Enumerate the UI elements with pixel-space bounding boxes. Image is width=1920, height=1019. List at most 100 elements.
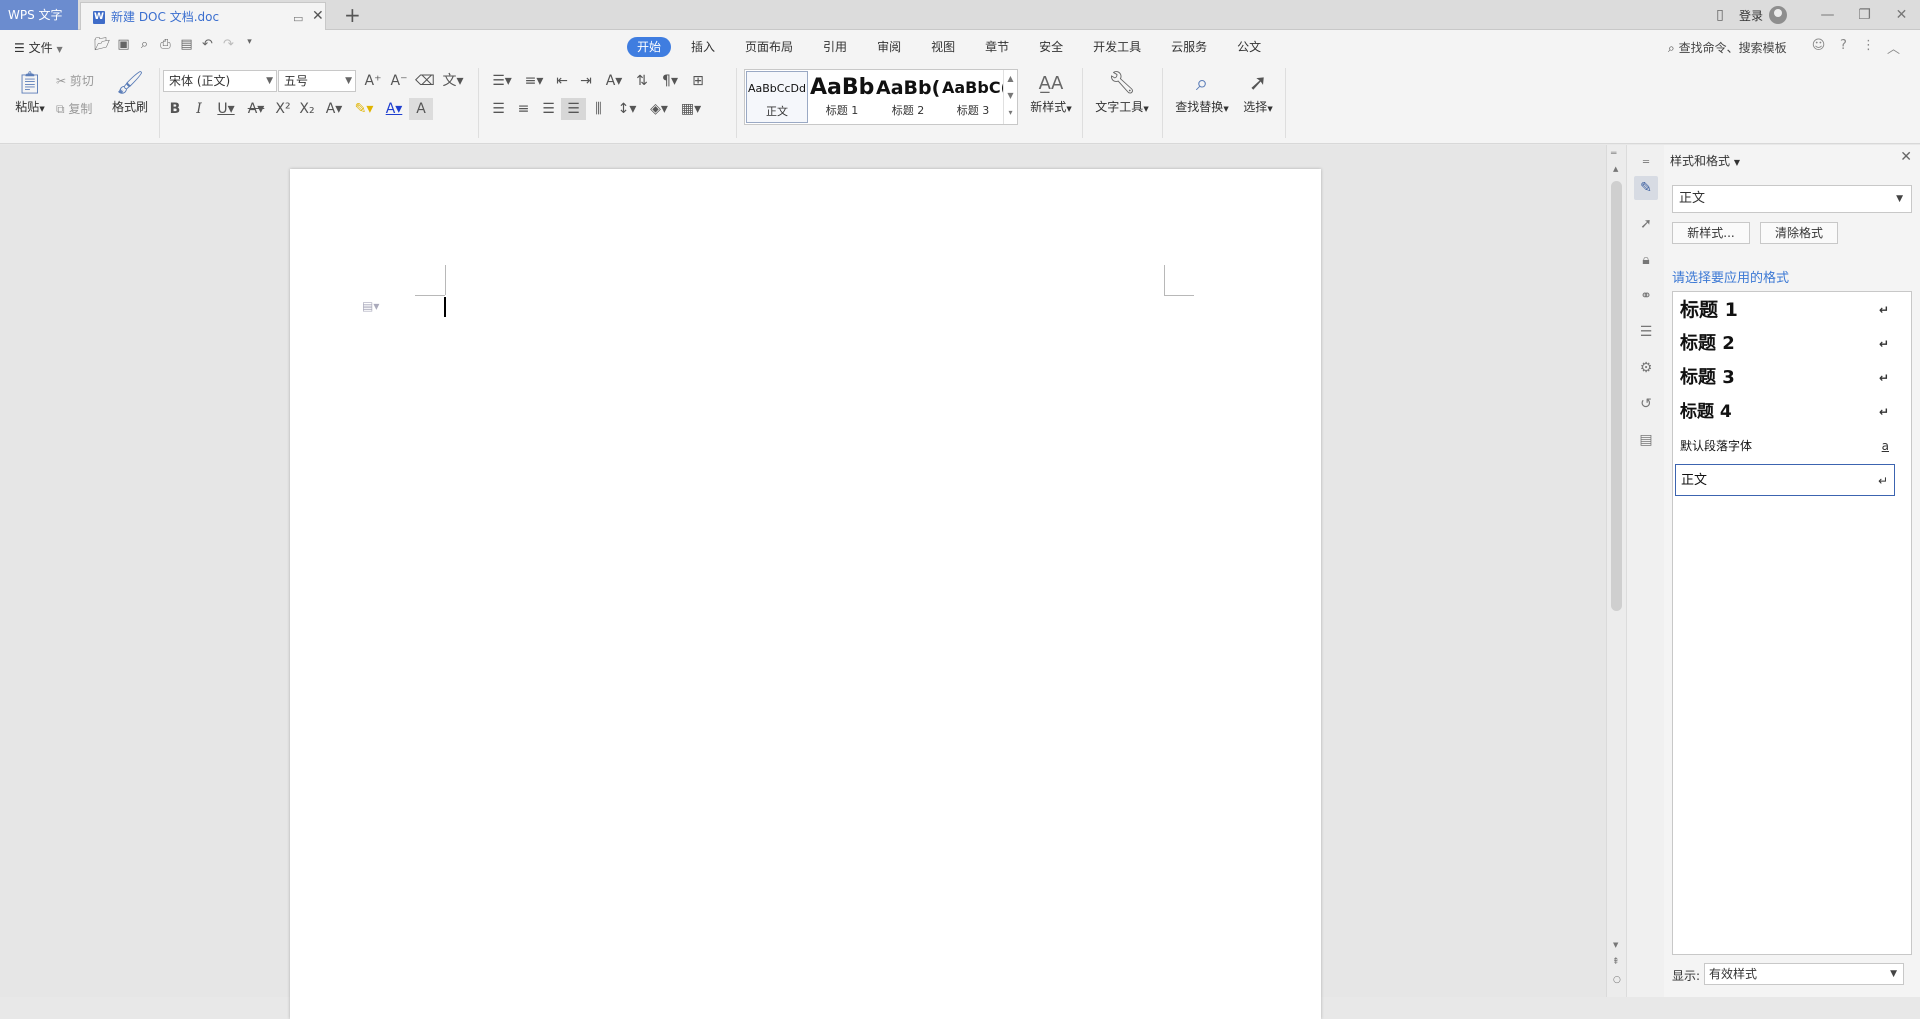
tab-official-doc[interactable]: 公文 bbox=[1227, 37, 1271, 57]
vertical-scrollbar[interactable]: ═ ▲ ▼ ⇞ ○ bbox=[1606, 145, 1626, 997]
tab-review[interactable]: 审阅 bbox=[867, 37, 911, 57]
justify-icon[interactable]: ☰ bbox=[561, 98, 586, 120]
text-tools-button[interactable]: 🔧︎ 文字工具▼ bbox=[1092, 70, 1152, 115]
style-gallery-item[interactable]: AaBb 标题 1 bbox=[810, 71, 874, 123]
font-name-select[interactable]: 宋体 (正文) ▼ bbox=[163, 70, 277, 92]
more-icon[interactable]: ⋮ bbox=[1856, 38, 1881, 57]
browse-object-icon[interactable]: ○ bbox=[1613, 975, 1621, 985]
sort-icon[interactable]: ⇅ bbox=[630, 70, 654, 92]
redo-icon[interactable]: ↷ bbox=[218, 37, 239, 52]
style-gallery-item[interactable]: AaBbCcDd 正文 bbox=[746, 71, 808, 123]
decrease-indent-icon[interactable]: ⇤ bbox=[550, 70, 574, 92]
app-tab[interactable]: WPS 文字 bbox=[0, 0, 78, 30]
highlight-icon[interactable]: ✎▾ bbox=[349, 98, 379, 120]
select-button[interactable]: ➚ 选择▼ bbox=[1238, 70, 1278, 115]
feedback-icon[interactable]: ☺ bbox=[1806, 38, 1831, 57]
align-center-icon[interactable]: ≡ bbox=[511, 98, 536, 120]
tab-security[interactable]: 安全 bbox=[1029, 37, 1073, 57]
scroll-up-icon[interactable]: ▲ bbox=[1613, 165, 1618, 173]
tab-view[interactable]: 视图 bbox=[921, 37, 965, 57]
distributed-icon[interactable]: ⫼ bbox=[586, 98, 611, 120]
style-pane-icon[interactable]: ✎ bbox=[1634, 176, 1658, 200]
tab-page-layout[interactable]: 页面布局 bbox=[735, 37, 803, 57]
superscript-icon[interactable]: X² bbox=[271, 98, 295, 120]
prev-page-icon[interactable]: ⇞ bbox=[1612, 957, 1620, 967]
eraser-icon[interactable]: ⌫ bbox=[412, 70, 438, 92]
gallery-scroll[interactable]: ▲ ▼ ▾ bbox=[1003, 70, 1017, 124]
file-menu[interactable]: ☰ 文件 ▼ bbox=[14, 39, 63, 56]
pin-tab-icon[interactable]: ▭ bbox=[293, 12, 303, 25]
shrink-font-icon[interactable]: A⁻ bbox=[386, 70, 412, 92]
drag-handle-icon[interactable]: ═ bbox=[1634, 151, 1658, 175]
save-icon[interactable]: ▣ bbox=[113, 37, 134, 52]
tab-developer[interactable]: 开发工具 bbox=[1083, 37, 1151, 57]
font-size-select[interactable]: 五号 ▼ bbox=[278, 70, 356, 92]
list-item-normal[interactable]: 正文 ↵ bbox=[1675, 464, 1895, 496]
tab-cloud[interactable]: 云服务 bbox=[1161, 37, 1217, 57]
list-item-default-font[interactable]: 默认段落字体 a bbox=[1675, 430, 1895, 462]
phonetic-guide-icon[interactable]: 文▾ bbox=[438, 70, 468, 92]
strikethrough-icon[interactable]: A▾ bbox=[241, 98, 271, 120]
text-effect-icon[interactable]: A▾ bbox=[319, 98, 349, 120]
document-page[interactable]: ▤▾ bbox=[290, 169, 1321, 1019]
border-icon[interactable]: ▦▾ bbox=[675, 98, 707, 120]
restore-icon[interactable]: ❐ bbox=[1846, 7, 1883, 23]
customize-icon[interactable]: ▾ bbox=[239, 37, 260, 52]
bullet-list-icon[interactable]: ☰▾ bbox=[486, 70, 518, 92]
style-gallery-item[interactable]: AaBbC( 标题 3 bbox=[942, 71, 1004, 123]
help-icon[interactable]: ? bbox=[1831, 38, 1856, 57]
open-folder-icon[interactable]: 📂︎ bbox=[92, 37, 113, 52]
login-link[interactable]: 登录 bbox=[1739, 7, 1763, 24]
tab-home[interactable]: 开始 bbox=[627, 37, 672, 57]
document-tab[interactable]: W 新建 DOC 文档.doc ▭ ✕ bbox=[80, 2, 326, 30]
avatar-icon[interactable] bbox=[1769, 6, 1787, 24]
navigation-icon[interactable]: ☰ bbox=[1634, 320, 1658, 344]
tab-references[interactable]: 引用 bbox=[813, 37, 857, 57]
increase-indent-icon[interactable]: ⇥ bbox=[574, 70, 598, 92]
style-gallery-item[interactable]: AaBb( 标题 2 bbox=[876, 71, 940, 123]
cut-button[interactable]: ✂ 剪切 bbox=[56, 72, 94, 89]
panel-title[interactable]: 样式和格式 ▼ bbox=[1670, 152, 1740, 169]
new-style-panel-button[interactable]: 新样式... bbox=[1672, 222, 1750, 244]
lock-icon[interactable]: 🔒︎ bbox=[1634, 248, 1658, 272]
italic-icon[interactable]: I bbox=[187, 98, 211, 120]
table-borders-icon[interactable]: ⊞ bbox=[686, 70, 710, 92]
current-style-select[interactable]: 正文 ▼ bbox=[1672, 185, 1912, 213]
print-preview-icon[interactable]: ▤ bbox=[176, 37, 197, 52]
new-style-button[interactable]: A̲A 新样式▼ bbox=[1026, 70, 1076, 115]
scroll-down-icon[interactable]: ▼ bbox=[1613, 941, 1618, 949]
tab-section[interactable]: 章节 bbox=[975, 37, 1019, 57]
grow-font-icon[interactable]: A⁺ bbox=[360, 70, 386, 92]
list-item-heading-2[interactable]: 标题 2 ↵ bbox=[1675, 328, 1895, 360]
clear-format-button[interactable]: 清除格式 bbox=[1760, 222, 1838, 244]
shading-icon[interactable]: ◈▾ bbox=[643, 98, 675, 120]
paste-button[interactable]: 📋︎ 粘贴▼ bbox=[10, 70, 50, 115]
paragraph-layout-icon[interactable]: ▤▾ bbox=[362, 299, 379, 313]
settings-sliders-icon[interactable]: ⚙ bbox=[1634, 356, 1658, 380]
close-window-icon[interactable]: ✕ bbox=[1883, 7, 1920, 23]
scrollbar-thumb[interactable] bbox=[1611, 181, 1622, 611]
minimize-icon[interactable]: — bbox=[1809, 7, 1846, 23]
underline-icon[interactable]: U▾ bbox=[211, 98, 241, 120]
layout-icon[interactable]: ▯ bbox=[1707, 7, 1733, 23]
command-search[interactable]: ⌕ 查找命令、搜索模板 bbox=[1668, 39, 1787, 56]
show-filter-select[interactable]: 有效样式 ▼ bbox=[1704, 963, 1904, 985]
search-doc-icon[interactable]: ⌕ bbox=[134, 37, 155, 52]
list-item-heading-3[interactable]: 标题 3 ↵ bbox=[1675, 362, 1895, 394]
new-tab-button[interactable]: + bbox=[344, 3, 361, 27]
history-icon[interactable]: ↺ bbox=[1634, 392, 1658, 416]
scroll-split-icon[interactable]: ═ bbox=[1611, 149, 1616, 159]
close-icon[interactable]: ✕ bbox=[1900, 149, 1912, 165]
tab-insert[interactable]: 插入 bbox=[681, 37, 725, 57]
font-color-icon[interactable]: A▾ bbox=[379, 98, 409, 120]
numbered-list-icon[interactable]: ≡▾ bbox=[518, 70, 550, 92]
list-item-heading-1[interactable]: 标题 1 ↵ bbox=[1675, 294, 1895, 326]
line-spacing-icon[interactable]: ↕▾ bbox=[611, 98, 643, 120]
collapse-ribbon-icon[interactable]: ︿ bbox=[1881, 38, 1906, 57]
copy-button[interactable]: ⧉ 复制 bbox=[56, 100, 92, 117]
print-icon[interactable]: ⎙ bbox=[155, 37, 176, 52]
undo-icon[interactable]: ↶ bbox=[197, 37, 218, 52]
list-item-heading-4[interactable]: 标题 4 ↵ bbox=[1675, 396, 1895, 428]
align-left-icon[interactable]: ☰ bbox=[486, 98, 511, 120]
share-icon[interactable]: ⚭ bbox=[1634, 284, 1658, 308]
